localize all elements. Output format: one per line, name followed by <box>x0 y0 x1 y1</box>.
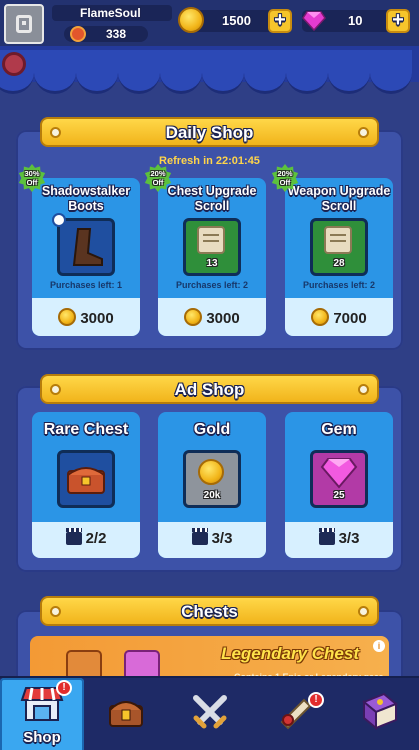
daily-item-price: 7000 <box>285 308 393 327</box>
ad-item-card[interactable]: Rare Chest 2/2 <box>32 412 140 558</box>
bottom-navigation: ! Shop ! <box>0 676 419 750</box>
nav-shop[interactable]: ! Shop <box>0 678 84 750</box>
gold-coin-icon <box>58 308 77 326</box>
awning-scallop <box>328 50 370 94</box>
ad-item-name: Gem <box>321 421 357 438</box>
awning-scallop <box>160 50 202 94</box>
player-level-value: 338 <box>106 27 127 41</box>
ad-item-name: Gold <box>193 421 231 438</box>
nav-inventory[interactable] <box>84 678 168 750</box>
ad-item-name: Rare Chest <box>43 421 129 438</box>
daily-item-price: 3000 <box>32 308 140 327</box>
video-clapper-icon <box>65 528 82 545</box>
chests-title: Chests <box>181 602 238 621</box>
daily-item-name: Weapon Upgrade Scroll <box>287 184 391 213</box>
ad-shop-header: Ad Shop <box>40 374 379 404</box>
gold-amount: 1500 <box>222 13 251 28</box>
gold-coin-icon <box>311 308 330 326</box>
ad-watch-count: 3/3 <box>285 528 393 547</box>
ad-shop-title: Ad Shop <box>174 380 245 399</box>
daily-item-card[interactable]: Chest Upgrade Scroll 13 Purchases left: … <box>158 178 266 336</box>
awning-scallop <box>34 50 76 94</box>
awning-scallop <box>202 50 244 94</box>
top-bar: FlameSoul 338 1500 + 10 + <box>0 0 419 46</box>
scroll-icon: 28 <box>310 218 368 276</box>
chest-icon <box>57 450 115 508</box>
boots-icon <box>52 213 115 276</box>
daily-item-name: Chest Upgrade Scroll <box>167 184 257 213</box>
level-badge-icon <box>70 26 86 42</box>
gold-coin-icon: 20k <box>183 450 241 508</box>
gem-amount: 10 <box>348 13 363 28</box>
daily-shop-header: Daily Shop <box>40 117 379 147</box>
daily-item-card[interactable]: Shadowstalker Boots Purchases left: 1 30… <box>32 178 140 336</box>
video-clapper-icon <box>191 528 208 545</box>
gem-icon: 25 <box>310 450 368 508</box>
add-gems-button[interactable]: + <box>386 9 410 33</box>
ad-watch-count: 3/3 <box>158 528 266 547</box>
crossed-swords-icon <box>193 695 227 729</box>
item-quantity: 13 <box>206 258 218 269</box>
purchases-left: Purchases left: 2 <box>302 280 376 290</box>
video-clapper-icon <box>318 528 335 545</box>
gold-coin-icon <box>184 308 203 326</box>
ad-item-card[interactable]: Gem 25 3/3 <box>285 412 393 558</box>
player-avatar[interactable] <box>4 4 44 44</box>
player-level: 338 <box>64 26 148 42</box>
ad-item-card[interactable]: Gold 20k 3/3 <box>158 412 266 558</box>
spellbook-icon <box>362 692 398 731</box>
ad-watch-count: 2/2 <box>32 528 140 547</box>
gem-counter: 10 + <box>302 9 410 33</box>
nav-battle[interactable] <box>168 678 252 750</box>
daily-shop-title: Daily Shop <box>165 123 254 142</box>
gold-coin-icon <box>178 7 204 33</box>
nav-alert-badge: ! <box>56 680 72 696</box>
shop-emblem-icon <box>2 52 26 76</box>
nav-quests[interactable]: ! <box>252 678 336 750</box>
daily-item-card[interactable]: Weapon Upgrade Scroll 28 Purchases left:… <box>285 178 393 336</box>
chests-header: Chests <box>40 596 379 626</box>
awning-scallop <box>370 50 412 94</box>
nav-spellbook[interactable] <box>336 678 419 750</box>
refresh-timer: Refresh in 22:01:45 <box>159 155 260 167</box>
awning-scallop <box>76 50 118 94</box>
scroll-icon: 13 <box>183 218 241 276</box>
add-gold-button[interactable]: + <box>268 9 292 33</box>
item-quantity: 28 <box>333 258 345 269</box>
gold-counter: 1500 + <box>178 7 292 33</box>
item-quantity: 20k <box>203 490 221 501</box>
awning-scallop <box>244 50 286 94</box>
daily-item-price: 3000 <box>158 308 266 327</box>
item-quantity: 25 <box>333 490 345 501</box>
nav-shop-label: Shop <box>23 729 61 746</box>
info-icon[interactable]: i <box>373 640 385 652</box>
awning-scallop <box>286 50 328 94</box>
nav-alert-badge: ! <box>308 692 324 708</box>
gem-icon <box>302 11 326 31</box>
purchases-left: Purchases left: 2 <box>175 280 249 290</box>
purchases-left: Purchases left: 1 <box>49 280 123 290</box>
daily-item-name: Shadowstalker Boots <box>41 184 131 213</box>
player-name: FlameSoul <box>52 5 172 21</box>
legendary-chest-title: Legendary Chest <box>221 644 359 663</box>
awning-scallop <box>118 50 160 94</box>
inventory-chest-icon <box>109 701 143 727</box>
